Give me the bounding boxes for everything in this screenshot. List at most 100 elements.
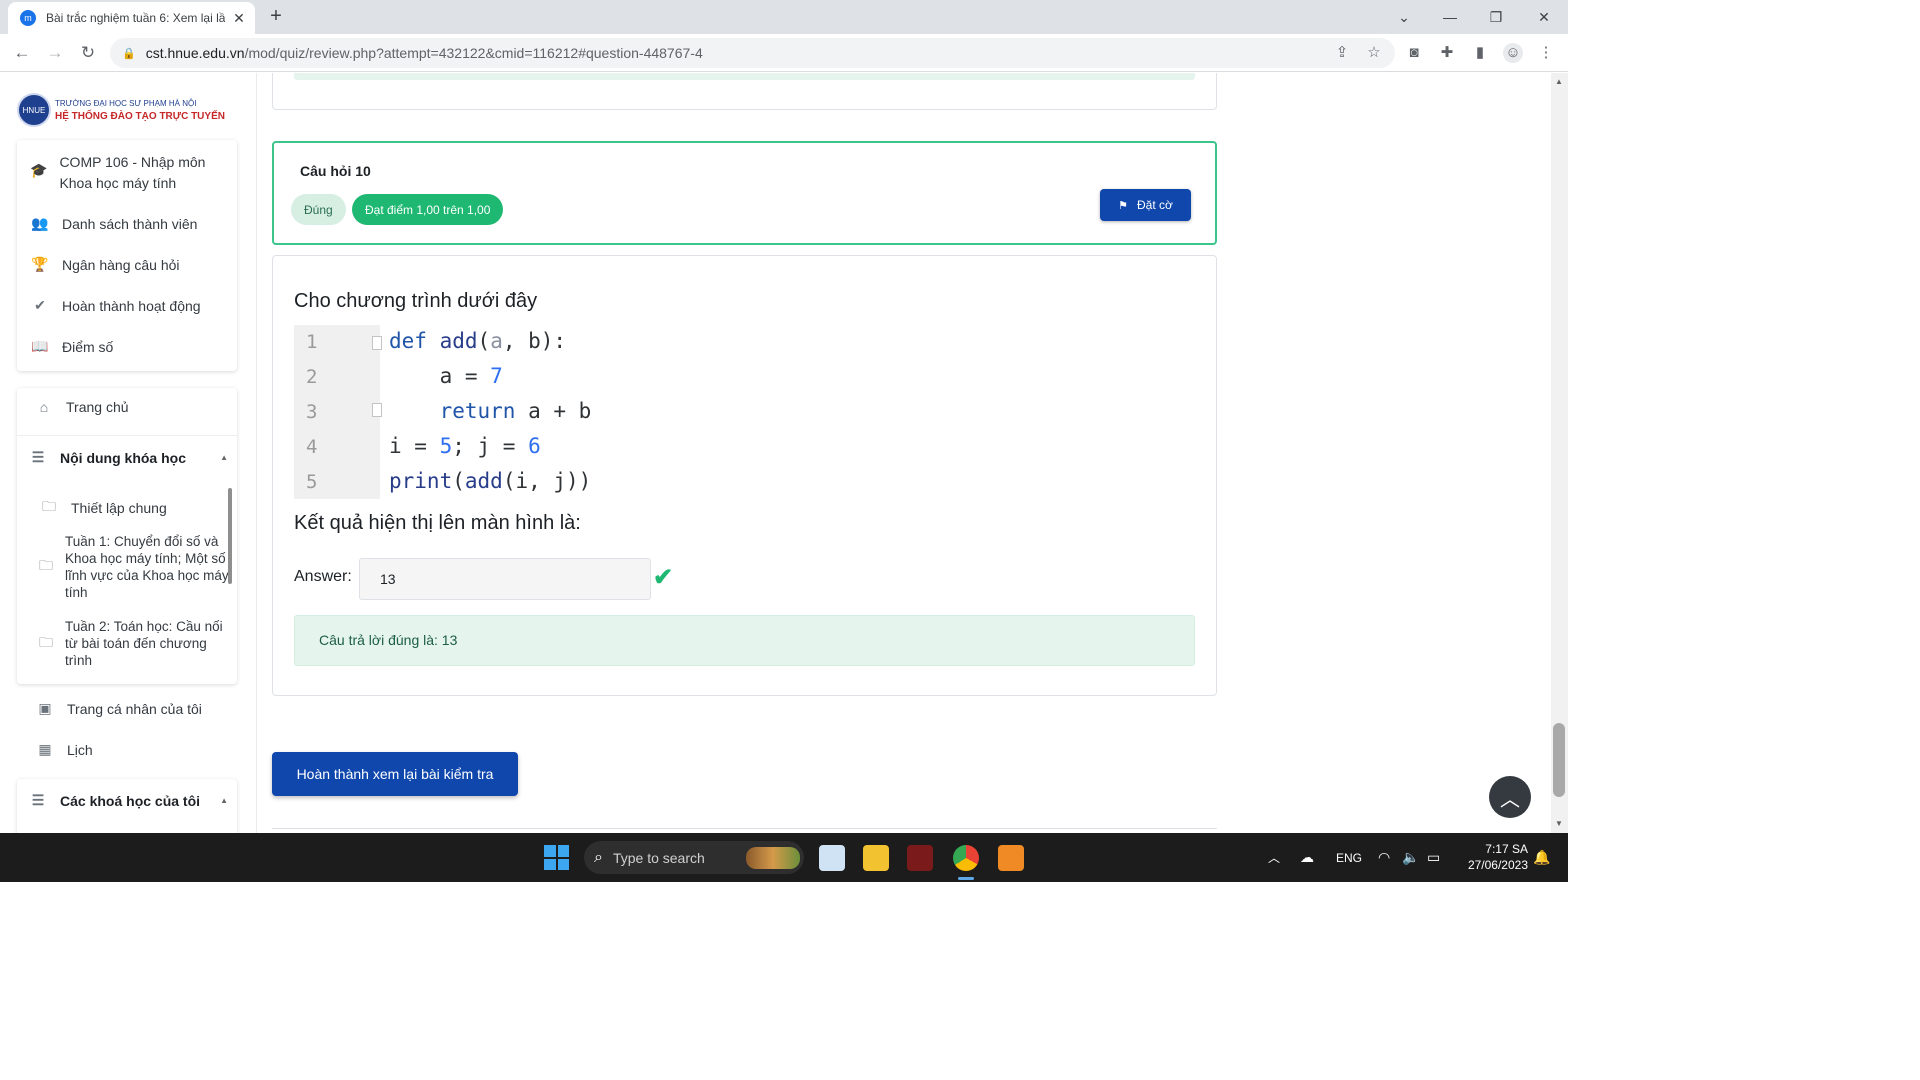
forward-arrow-icon[interactable]: → [41, 39, 69, 67]
calendar-icon: ▦ [38, 741, 52, 757]
line-number: 4 [306, 436, 318, 458]
flag-button-label: Đặt cờ [1136, 198, 1173, 212]
onedrive-cloud-icon[interactable]: ☁ [1300, 833, 1314, 882]
profile-card-icon: ▣ [38, 700, 52, 716]
my-courses-heading[interactable]: ☰ Các khoá học của tôi ▲ [28, 792, 228, 809]
section-label: Tuần 1: Chuyển đổi số và Khoa học máy tí… [65, 534, 229, 600]
reload-icon[interactable]: ↻ [74, 39, 102, 67]
scroll-down-arrow-icon[interactable]: ▼ [1555, 819, 1563, 828]
wifi-icon[interactable]: ◠ [1378, 833, 1390, 882]
browser-toolbar: ← → ↻ 🔒 cst.hnue.edu.vn/mod/quiz/review.… [0, 34, 1568, 72]
section-item-week1[interactable]: 🗀 Tuần 1: Chuyển đổi số và Khoa học máy … [39, 533, 229, 601]
sidebar-item-course[interactable]: 🎓 COMP 106 - Nhập môn Khoa học máy tính [30, 152, 230, 194]
code-line: def add(a, b): [389, 329, 567, 353]
notification-bell-icon[interactable]: 🔔 [1533, 833, 1550, 882]
task-manager-icon[interactable] [819, 845, 845, 871]
divider [17, 435, 237, 436]
sidebar-item-calendar[interactable]: ▦ Lịch [35, 741, 93, 758]
scroll-up-arrow-icon[interactable]: ▲ [1555, 77, 1563, 86]
list-icon: ☰ [31, 449, 45, 465]
section-item-general[interactable]: 🗀 Thiết lập chung [39, 496, 167, 520]
side-panel-icon[interactable]: ▮ [1470, 43, 1490, 63]
extensions-puzzle-icon[interactable]: ✚ [1437, 43, 1457, 63]
sidebar-scrollbar[interactable] [228, 488, 232, 584]
url-text: cst.hnue.edu.vn/mod/quiz/review.php?atte… [145, 45, 703, 61]
sidebar-item-completion[interactable]: ✔ Hoàn thành hoạt động [30, 297, 201, 314]
book-icon: 📖 [31, 338, 49, 354]
file-explorer-icon[interactable] [863, 845, 889, 871]
collapse-caret-icon[interactable]: ▲ [220, 453, 228, 462]
volume-icon[interactable]: 🔈 [1402, 833, 1419, 882]
sidebar-item-home[interactable]: ⌂ Trang chủ [34, 399, 129, 415]
page-scrollbar[interactable]: ▲ ▼ [1551, 73, 1568, 833]
clock-date: 27/06/2023 [1467, 858, 1528, 872]
browser-tab-bar: m Bài trắc nghiệm tuần 6: Xem lại lầ ✕ +… [0, 0, 1568, 34]
sidebar-item-label: Lịch [67, 741, 93, 758]
collapse-caret-icon[interactable]: ▲ [220, 796, 228, 805]
bookmark-star-icon[interactable]: ☆ [1364, 43, 1384, 63]
sidebar-item-grades[interactable]: 📖 Điểm số [30, 338, 113, 355]
question-content-box: Cho chương trình dưới đây 1 2 3 4 5 def … [272, 255, 1217, 696]
language-indicator[interactable]: ENG [1336, 833, 1362, 882]
back-to-top-button[interactable]: ︿ [1489, 776, 1531, 818]
section-item-week2[interactable]: 🗀 Tuần 2: Toán học: Cầu nối từ bài toán … [39, 618, 229, 669]
browser-tab[interactable]: m Bài trắc nghiệm tuần 6: Xem lại lầ ✕ [8, 2, 255, 34]
chevron-up-icon: ︿ [1500, 788, 1520, 811]
line-number: 5 [306, 471, 318, 493]
users-icon: 👥 [31, 215, 49, 231]
sidebar-item-participants[interactable]: 👥 Danh sách thành viên [30, 215, 197, 232]
battery-icon[interactable]: ▭ [1427, 833, 1440, 882]
flag-question-button[interactable]: ⚑ Đặt cờ [1100, 189, 1191, 221]
new-tab-button[interactable]: + [264, 4, 288, 28]
fold-marker-icon [372, 403, 382, 417]
sidebar-item-question-bank[interactable]: 🏆 Ngân hàng câu hỏi [30, 256, 179, 273]
question-text: Cho chương trình dưới đây [294, 290, 538, 312]
show-hidden-icons-chevron-icon[interactable]: ︿ [1268, 833, 1280, 882]
fold-marker-icon [372, 336, 382, 350]
lock-icon[interactable]: 🔒 [122, 47, 136, 60]
trophy-icon: 🏆 [31, 256, 49, 272]
close-window-button[interactable]: ✕ [1520, 0, 1568, 34]
folder-icon: 🗀 [39, 633, 53, 650]
foxit-pdf-icon[interactable] [998, 845, 1024, 871]
menu-kebab-icon[interactable]: ⋮ [1536, 43, 1556, 63]
restore-button[interactable]: ❐ [1472, 0, 1520, 34]
app-icon[interactable] [907, 845, 933, 871]
site-logo[interactable]: HNUE TRƯỜNG ĐẠI HỌC SƯ PHẠM HÀ NỘI HỆ TH… [17, 89, 237, 131]
windows-start-icon[interactable] [544, 845, 569, 870]
share-icon[interactable]: ⇪ [1332, 43, 1352, 63]
folder-icon: 🗀 [39, 557, 53, 573]
back-arrow-icon[interactable]: ← [8, 39, 36, 67]
search-placeholder: Type to search [612, 849, 705, 866]
chrome-icon[interactable] [953, 845, 979, 871]
answer-field[interactable]: 13 [359, 558, 651, 600]
tab-search-chevron-icon[interactable]: ⌄ [1380, 0, 1428, 34]
logo-system-name: HỆ THỐNG ĐÀO TẠO TRỰC TUYẾN [55, 110, 225, 122]
profile-avatar-icon[interactable]: ☺ [1503, 43, 1523, 63]
check-icon: ✔ [34, 297, 46, 313]
code-line: i = 5; j = 6 [389, 434, 541, 458]
content-divider [256, 73, 257, 833]
previous-question-box [272, 73, 1217, 110]
course-content-heading[interactable]: ☰ Nội dung khóa học ▲ [28, 449, 228, 466]
sidebar-item-label: Hoàn thành hoạt động [62, 297, 201, 314]
course-nav-card: 🎓 COMP 106 - Nhập môn Khoa học máy tính … [17, 140, 237, 371]
search-icon: ⌕ [594, 848, 603, 866]
list-icon: ☰ [31, 792, 45, 808]
minimize-button[interactable]: — [1426, 0, 1474, 34]
taskbar-search[interactable]: ⌕ Type to search [584, 841, 804, 874]
code-snippet-image: 1 2 3 4 5 def add(a, b): a = 7 return a … [294, 325, 604, 499]
clock-time: 7:17 SA [1485, 842, 1528, 856]
address-bar[interactable]: 🔒 cst.hnue.edu.vn/mod/quiz/review.php?at… [110, 38, 1395, 68]
university-emblem-icon: HNUE [17, 93, 51, 127]
code-line: return a + b [439, 399, 592, 423]
camera-icon[interactable]: ◙ [1404, 43, 1424, 63]
sidebar-item-profile[interactable]: ▣ Trang cá nhân của tôi [35, 700, 202, 717]
sidebar-item-label: COMP 106 - Nhập môn Khoa học máy tính [59, 154, 206, 191]
close-tab-icon[interactable]: ✕ [231, 10, 247, 27]
folder-icon: 🗀 [42, 498, 56, 514]
finish-review-button[interactable]: Hoàn thành xem lại bài kiểm tra [272, 752, 518, 796]
scrollbar-thumb[interactable] [1553, 723, 1565, 797]
system-clock[interactable]: 7:17 SA 27/06/2023 [1456, 841, 1528, 873]
correct-check-icon: ✔ [653, 564, 674, 591]
